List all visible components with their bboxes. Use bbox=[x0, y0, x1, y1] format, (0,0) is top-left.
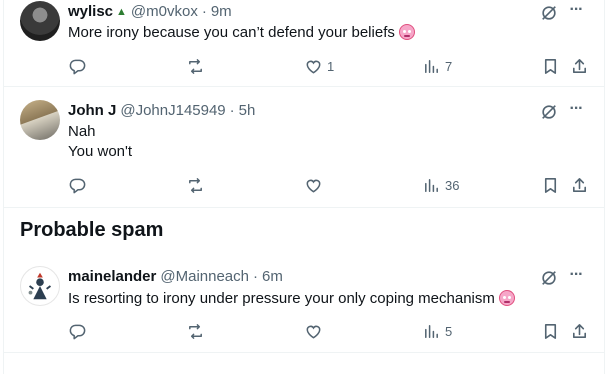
avatar[interactable] bbox=[20, 100, 60, 140]
pig-face-emoji bbox=[398, 24, 415, 40]
bookmark-button[interactable] bbox=[541, 57, 560, 76]
share-icon bbox=[572, 324, 587, 339]
views-button[interactable]: 5 bbox=[422, 322, 452, 341]
post-text-line: You won't bbox=[68, 143, 133, 160]
views-button[interactable]: 36 bbox=[422, 176, 459, 195]
post-text-line: Nah bbox=[68, 123, 96, 140]
bookmark-button[interactable] bbox=[541, 176, 560, 195]
repost-button[interactable] bbox=[186, 57, 209, 76]
views-chart-icon bbox=[425, 179, 438, 192]
post-header: mainelander @Mainneach · 6m bbox=[68, 268, 283, 285]
post-wylisc[interactable]: wylisc ▲ @m0vkox · 9m ··· More irony bec… bbox=[4, 0, 605, 87]
timestamp[interactable]: 6m bbox=[262, 268, 283, 285]
heart-icon bbox=[306, 60, 321, 74]
slashed-circle-icon[interactable] bbox=[539, 3, 559, 23]
more-dots-icon[interactable]: ··· bbox=[565, 101, 587, 122]
like-button[interactable] bbox=[304, 176, 327, 195]
author-name[interactable]: John J bbox=[68, 102, 116, 119]
repost-icon bbox=[189, 324, 202, 339]
separator: · bbox=[201, 3, 207, 20]
author-handle[interactable]: @JohnJ145949 bbox=[120, 102, 225, 119]
share-button[interactable] bbox=[570, 57, 589, 76]
slashed-circle-icon[interactable] bbox=[539, 102, 559, 122]
repost-button[interactable] bbox=[186, 322, 209, 341]
post-john-j[interactable]: John J @JohnJ145949 · 5h ··· Nah You won… bbox=[4, 88, 605, 208]
more-dots-icon[interactable]: ··· bbox=[565, 267, 587, 288]
separator: · bbox=[252, 268, 258, 285]
reply-icon bbox=[69, 178, 86, 194]
post-text: Nah You won't bbox=[68, 122, 132, 162]
bookmark-icon bbox=[544, 324, 557, 339]
share-icon bbox=[572, 178, 587, 193]
share-icon bbox=[572, 59, 587, 74]
repost-icon bbox=[189, 59, 202, 74]
views-button[interactable]: 7 bbox=[422, 57, 452, 76]
post-header: wylisc ▲ @m0vkox · 9m bbox=[68, 3, 232, 20]
reply-button[interactable] bbox=[68, 322, 91, 341]
heart-icon bbox=[306, 179, 321, 193]
like-button[interactable]: 1 bbox=[304, 57, 334, 76]
like-button[interactable] bbox=[304, 322, 327, 341]
avatar[interactable] bbox=[20, 1, 60, 41]
reply-icon bbox=[69, 59, 86, 75]
separator: · bbox=[229, 102, 235, 119]
timestamp[interactable]: 9m bbox=[211, 3, 232, 20]
view-count: 7 bbox=[445, 59, 453, 74]
pig-face-emoji bbox=[498, 290, 515, 306]
reply-button[interactable] bbox=[68, 176, 91, 195]
post-text: Is resorting to irony under pressure you… bbox=[68, 289, 515, 309]
reply-button[interactable] bbox=[68, 57, 91, 76]
more-dots-icon[interactable]: ··· bbox=[565, 2, 587, 23]
repost-button[interactable] bbox=[186, 176, 209, 195]
post-text: More irony because you can’t defend your… bbox=[68, 23, 415, 43]
post-header: John J @JohnJ145949 · 5h bbox=[68, 102, 255, 119]
bookmark-icon bbox=[544, 59, 557, 74]
share-button[interactable] bbox=[570, 176, 589, 195]
tree-badge-icon: ▲ bbox=[116, 5, 127, 18]
post-mainelander[interactable]: mainelander @Mainneach · 6m ··· Is resor… bbox=[4, 255, 605, 353]
view-count: 36 bbox=[445, 178, 460, 193]
author-handle[interactable]: @m0vkox bbox=[131, 3, 198, 20]
repost-icon bbox=[189, 178, 202, 193]
author-handle[interactable]: @Mainneach bbox=[160, 268, 249, 285]
view-count: 5 bbox=[445, 324, 453, 339]
section-title: Probable spam bbox=[20, 219, 164, 241]
share-button[interactable] bbox=[570, 322, 589, 341]
like-count: 1 bbox=[327, 59, 335, 74]
bookmark-icon bbox=[544, 178, 557, 193]
timestamp[interactable]: 5h bbox=[239, 102, 256, 119]
slashed-circle-icon[interactable] bbox=[539, 268, 559, 288]
views-chart-icon bbox=[425, 325, 438, 338]
author-name[interactable]: mainelander bbox=[68, 268, 156, 285]
bookmark-button[interactable] bbox=[541, 322, 560, 341]
views-chart-icon bbox=[425, 60, 438, 73]
author-name[interactable]: wylisc bbox=[68, 3, 113, 20]
avatar[interactable] bbox=[20, 266, 60, 306]
reply-icon bbox=[69, 324, 86, 340]
heart-icon bbox=[306, 325, 321, 339]
